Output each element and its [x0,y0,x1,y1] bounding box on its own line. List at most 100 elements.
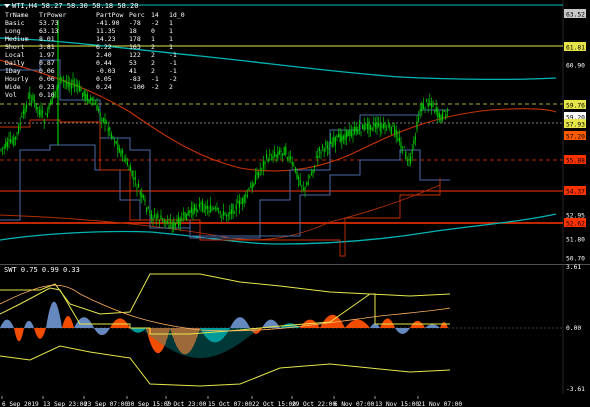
trend-table-cell: -2 [151,83,159,91]
candle-body [216,207,218,211]
candle-body [285,146,287,155]
candle-body [200,202,202,205]
trend-table-cell: Local [5,51,25,59]
candle-body [104,118,106,124]
candle-body [331,142,333,147]
swt-axis[interactable]: 3.61 0.00 -3.61 [566,264,585,393]
price-axis-label: 54.37 [566,189,585,196]
candle-body [342,136,344,140]
candle-body [2,147,4,149]
trend-table-cell: 2 [151,59,155,67]
candle-body [107,128,109,132]
candle-body [438,113,440,118]
candle-body [130,166,132,172]
price-chart-pane[interactable]: 63.52 61.81 60.90 59.76 59.20 57.93 57.20 55.88… [0,0,590,263]
swt-histogram [0,301,448,358]
trend-table-cell: -2 [151,19,159,27]
candle-body [187,211,189,216]
candle-body [115,141,117,144]
candle-body [48,104,50,110]
candle-body [18,126,20,134]
trend-table-cell: 178 [129,35,141,43]
candle-body [206,205,208,209]
time-axis-label: 13 Nov 15:00 [375,401,419,407]
swt-axis-label: 0.00 [566,325,581,332]
collapse-triangle-icon[interactable] [4,4,10,8]
candle-body [266,154,268,158]
candle-body [291,161,293,165]
candle-body [221,217,223,219]
candle-body [398,137,400,142]
candle-body [411,149,413,154]
price-axis[interactable]: 63.5261.8160.9059.7659.2057.9357.2055.88… [564,9,586,263]
candle-body [114,141,116,143]
candle-body [302,188,304,190]
symbol-header[interactable]: WTI,H4 58.27 58.30 58.18 58.20 [4,2,138,10]
candle-body [365,123,367,125]
trend-table-cell: 2 [151,51,155,59]
trend-table-cell: 1d_0 [169,11,185,19]
candle-body [197,210,199,212]
time-axis-label: 30 Sep 15:00 [127,401,171,407]
trend-table-row: Vol 0.10 [5,91,185,99]
candle-body [50,100,52,104]
time-axis[interactable]: 6 Sep 2019 13 Sep 23:00 23 Sep 07:00 30 Sep… [0,394,590,407]
candle-body [150,213,152,219]
candle-body [173,221,175,228]
candle-body [101,120,103,122]
candle-body [389,124,391,128]
candle-body [125,158,127,162]
candle-body [179,218,181,226]
candle-body [278,150,280,154]
trend-table-cell: 1 [169,19,173,27]
candle-body [293,164,295,166]
trend-table-cell [96,91,129,99]
trend-table-cell: 0.24 [96,83,112,91]
candle-body [19,123,21,126]
candle-body [26,104,28,109]
candle-body [318,147,320,151]
swt-indicator-pane[interactable]: 3.61 0.00 -3.61 SWT 0.75 0.99 0.33 [0,264,590,394]
candle-body [422,103,424,109]
candle-body [229,212,231,214]
swt-indicator-canvas[interactable]: 3.61 0.00 -3.61 [0,264,590,394]
candle-body [213,208,215,210]
candle-body [42,111,44,113]
trend-table-cell: 163 [129,43,141,51]
candle-body [5,141,7,148]
candle-body [134,177,136,179]
price-axis-label: 57.20 [566,134,585,141]
candle-body [256,172,258,176]
trend-table-cell: 3.81 [39,43,55,51]
candle-body [46,114,48,117]
candle-body [94,102,96,105]
candle-body [254,175,256,184]
candle-body [283,147,285,156]
trend-table-cell: 2.40 [96,51,112,59]
candle-body [274,152,276,156]
candle-body [290,156,292,159]
price-axis-label: 59.76 [566,103,585,110]
candle-body [330,141,332,144]
candle-body [16,132,18,134]
candle-body [322,145,324,148]
candle-body [248,188,250,190]
trend-table-cell: PartPow [96,11,124,19]
candle-body [376,122,378,129]
candle-body [371,128,373,130]
candle-body [235,204,237,210]
trend-table-cell: 11.35 [96,27,116,35]
candle-body [110,133,112,138]
candle-body [45,113,47,115]
trend-table-cell: -1 [169,51,177,59]
candle-body [24,108,26,115]
candle-body [403,147,405,149]
candle-body [13,137,15,146]
trend-table-cell: 122 [129,51,141,59]
swt-histogram-bar [14,328,24,342]
candle-body [325,141,327,145]
time-axis-label: 15 Oct 07:00 [208,401,252,407]
candle-body [379,124,381,132]
candle-body [366,123,368,130]
trend-table-row: Hourly 0.06 0.05 -83 -1 -2 [5,75,185,83]
